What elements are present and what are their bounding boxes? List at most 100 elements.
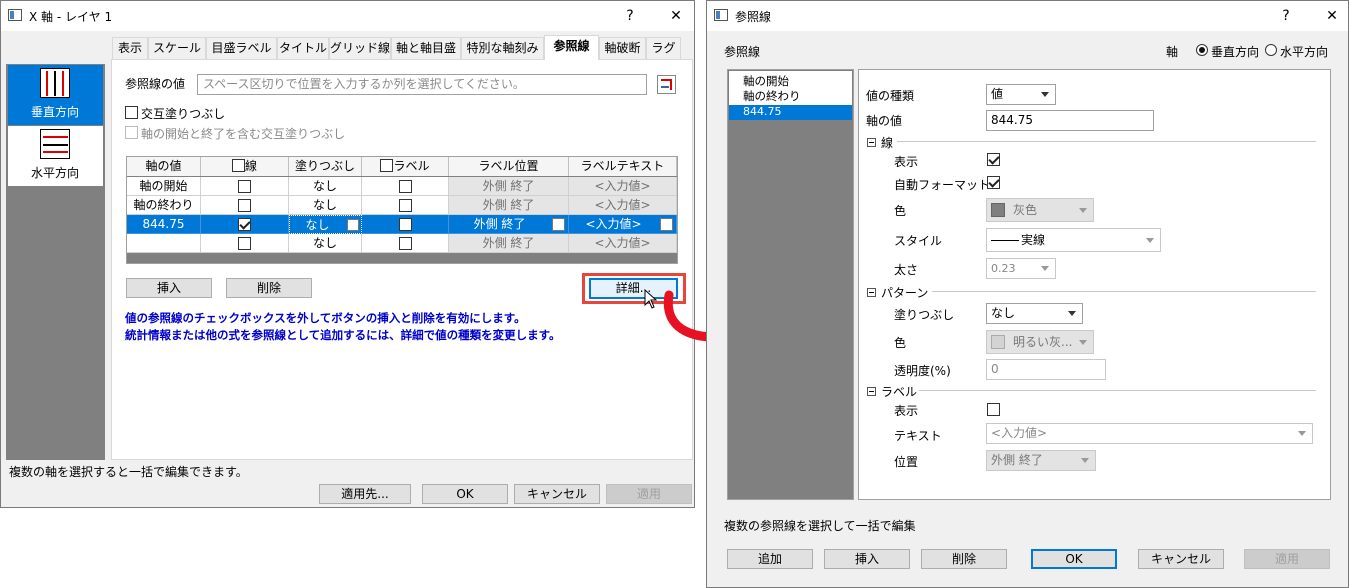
cancel-button[interactable]: キャンセル: [1138, 549, 1224, 569]
row-label-pos[interactable]: 外側 終了: [449, 177, 569, 196]
row-fill-combo[interactable]: なし: [289, 215, 362, 234]
apply-to-button[interactable]: 適用先...: [319, 484, 411, 504]
row-label-text[interactable]: <入力値>: [569, 234, 677, 253]
row-label-text-combo[interactable]: <入力値>: [569, 215, 677, 234]
row-line-checkbox[interactable]: [238, 199, 251, 212]
alt-fill-checkbox[interactable]: [125, 106, 138, 119]
section-line: 線: [881, 136, 894, 150]
help-button[interactable]: ?: [618, 5, 642, 27]
show-checkbox[interactable]: [987, 153, 1000, 166]
radio-vertical[interactable]: [1196, 44, 1208, 56]
section-heading: 参照線: [724, 45, 761, 59]
sidebar-item-horizontal[interactable]: 水平方向: [8, 126, 103, 186]
row-line-cell[interactable]: [201, 196, 289, 215]
row-fill[interactable]: なし: [289, 196, 362, 215]
radio-horizontal[interactable]: [1265, 44, 1277, 56]
header-label-checkbox[interactable]: [380, 159, 394, 172]
insert-button[interactable]: 挿入: [824, 549, 910, 569]
auto-format-checkbox[interactable]: [987, 176, 1000, 189]
axis-value-input[interactable]: 844.75: [986, 110, 1154, 131]
row-label-text[interactable]: <入力値>: [569, 177, 677, 196]
collapse-label-icon[interactable]: [867, 387, 876, 396]
row-label-cell[interactable]: [362, 196, 449, 215]
column-select-icon[interactable]: [657, 75, 676, 94]
row-label-cell[interactable]: [362, 177, 449, 196]
row-label-checkbox[interactable]: [399, 180, 412, 193]
delete-button[interactable]: 削除: [921, 549, 1007, 569]
row-label-cell[interactable]: [362, 234, 449, 253]
col-header-label[interactable]: ラベル: [362, 157, 449, 176]
add-button[interactable]: 追加: [727, 549, 813, 569]
value-type-select[interactable]: 値: [986, 84, 1056, 105]
ok-button[interactable]: OK: [1031, 549, 1117, 569]
ok-button[interactable]: OK: [422, 484, 508, 504]
close-button[interactable]: ✕: [664, 5, 688, 27]
row-label-cell[interactable]: [362, 215, 449, 234]
table-row[interactable]: 軸の終わり なし 外側 終了 <入力値>: [127, 196, 677, 215]
row-line-checkbox[interactable]: [238, 180, 251, 193]
value-type-label: 値の種類: [866, 89, 915, 103]
list-item-selected[interactable]: 844.75: [729, 105, 852, 120]
fill-select[interactable]: なし: [986, 303, 1083, 324]
help-button[interactable]: ?: [1274, 5, 1298, 27]
delete-button[interactable]: 削除: [226, 278, 312, 298]
pattern-color-select[interactable]: 明るい灰...: [986, 330, 1094, 354]
row-label-text[interactable]: <入力値>: [569, 196, 677, 215]
tab-scale[interactable]: スケール: [148, 37, 206, 59]
tab-special-ticks[interactable]: 特別な軸刻み: [461, 37, 544, 59]
color-select[interactable]: 灰色: [986, 198, 1094, 222]
row-line-cell[interactable]: [201, 234, 289, 253]
row-label-checkbox[interactable]: [399, 199, 412, 212]
header-line-checkbox[interactable]: [231, 159, 245, 172]
col-header-line-text: 線: [244, 159, 257, 173]
reference-line-list[interactable]: 軸の開始 軸の終わり 844.75: [727, 69, 854, 500]
table-row[interactable]: なし 外側 終了 <入力値>: [127, 234, 677, 253]
position-value: 外側 終了: [991, 453, 1043, 467]
apply-button[interactable]: 適用: [606, 484, 692, 504]
chevron-down-icon[interactable]: [552, 218, 565, 231]
col-header-value: 軸の値: [127, 157, 201, 176]
table-row-selected[interactable]: 844.75 なし 外側 終了 <入力値>: [127, 215, 677, 234]
ref-value-input[interactable]: スペース区切りで位置を入力するか列を選択してください。: [197, 74, 647, 95]
row-fill[interactable]: なし: [289, 234, 362, 253]
row-label-pos[interactable]: 外側 終了: [449, 196, 569, 215]
alt-fill-ends-checkbox[interactable]: [125, 126, 138, 139]
style-select[interactable]: 実線: [986, 228, 1161, 252]
list-item[interactable]: 軸の終わり: [743, 88, 801, 104]
row-value[interactable]: [127, 234, 201, 253]
width-select[interactable]: 0.23: [986, 258, 1056, 279]
collapse-line-icon[interactable]: [867, 138, 876, 147]
row-fill[interactable]: なし: [289, 177, 362, 196]
chevron-down-icon[interactable]: [660, 218, 673, 231]
row-line-checkbox[interactable]: [238, 237, 251, 250]
row-line-cell[interactable]: [201, 215, 289, 234]
table-row[interactable]: 軸の開始 なし 外側 終了 <入力値>: [127, 177, 677, 196]
row-label-checkbox[interactable]: [399, 218, 412, 231]
col-header-line[interactable]: 線: [201, 157, 289, 176]
insert-button[interactable]: 挿入: [126, 278, 212, 298]
position-select[interactable]: 外側 終了: [986, 450, 1096, 471]
label-show-checkbox[interactable]: [987, 403, 1000, 416]
tab-grid-lines[interactable]: グリッド線: [329, 37, 391, 59]
row-label-pos[interactable]: 外側 終了: [449, 234, 569, 253]
tab-reference-lines[interactable]: 参照線: [544, 35, 599, 60]
tab-tick-labels[interactable]: 目盛ラベル: [206, 37, 277, 59]
row-label-checkbox[interactable]: [399, 237, 412, 250]
row-label-pos-combo[interactable]: 外側 終了: [449, 215, 569, 234]
row-line-cell[interactable]: [201, 177, 289, 196]
close-button[interactable]: ✕: [1320, 5, 1344, 27]
tab-axis-break[interactable]: 軸破断: [599, 37, 646, 59]
list-item[interactable]: 軸の開始: [743, 73, 789, 89]
sidebar-item-vertical[interactable]: 垂直方向: [8, 65, 103, 125]
chevron-down-icon[interactable]: [347, 219, 359, 231]
transparency-input[interactable]: 0: [986, 359, 1106, 380]
collapse-pattern-icon[interactable]: [867, 288, 876, 297]
text-select[interactable]: <入力値>: [986, 423, 1313, 444]
tab-display[interactable]: 表示: [112, 37, 148, 59]
apply-button[interactable]: 適用: [1244, 549, 1330, 569]
tab-axis-ticks[interactable]: 軸と軸目盛: [391, 37, 461, 59]
cancel-button[interactable]: キャンセル: [514, 484, 600, 504]
row-line-checkbox[interactable]: [238, 218, 251, 231]
tab-title[interactable]: タイトル: [277, 37, 329, 59]
tab-rug[interactable]: ラグ: [646, 37, 681, 59]
